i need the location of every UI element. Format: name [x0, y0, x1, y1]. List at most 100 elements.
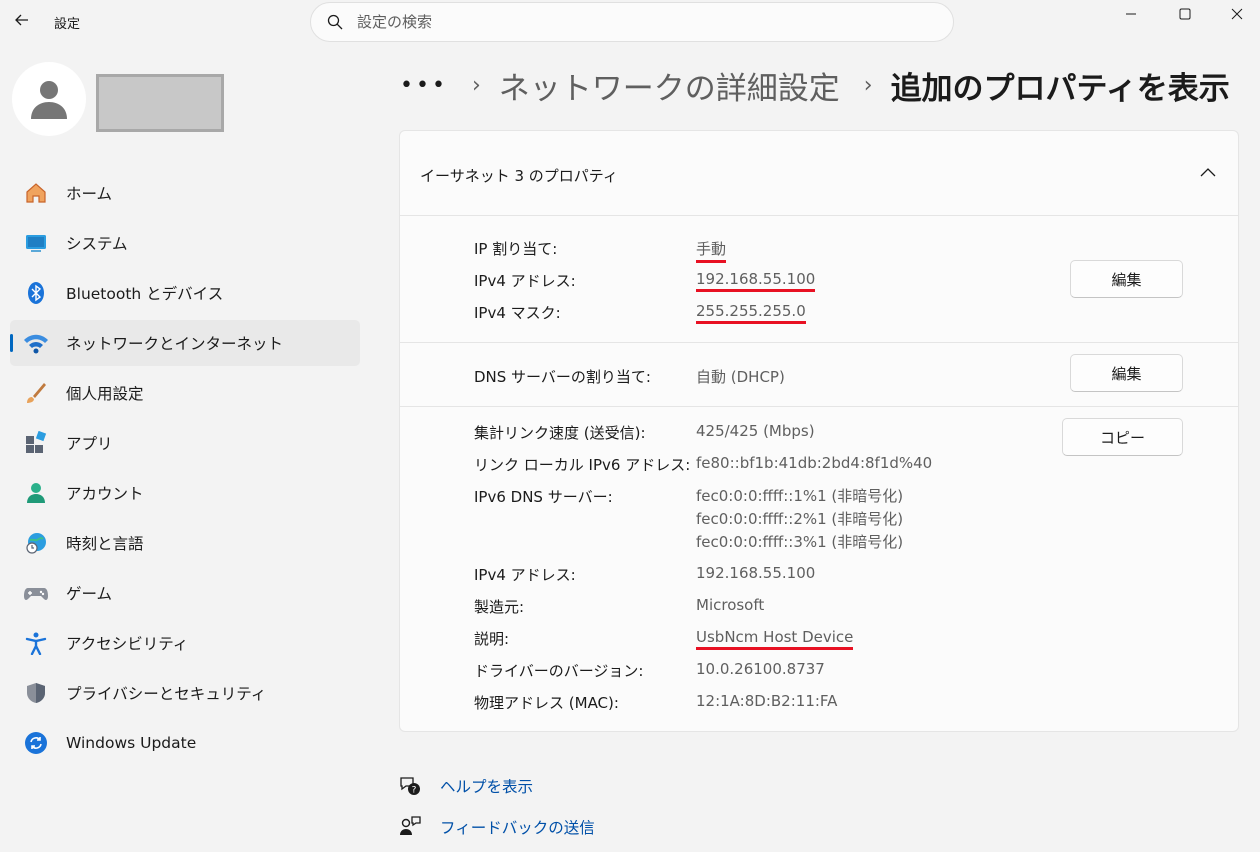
- sidebar-item-privacy-security[interactable]: プライバシーとセキュリティ: [10, 670, 360, 716]
- sidebar-item-windows-update[interactable]: Windows Update: [10, 720, 360, 766]
- sidebar-item-apps[interactable]: アプリ: [10, 420, 360, 466]
- system-icon: [22, 229, 50, 257]
- mac-address-value: 12:1A:8D:B2:11:FA: [696, 692, 838, 710]
- maximize-button[interactable]: [1162, 0, 1208, 28]
- sidebar-item-system[interactable]: システム: [10, 220, 360, 266]
- ip-assignment-label: IP 割り当て:: [474, 240, 558, 258]
- sidebar-item-bluetooth[interactable]: Bluetooth とデバイス: [10, 270, 360, 316]
- accessibility-icon: [22, 629, 50, 657]
- link-speed-value: 425/425 (Mbps): [696, 422, 815, 440]
- minimize-button[interactable]: [1108, 0, 1154, 28]
- update-icon: [22, 729, 50, 757]
- ipv6-dns-value-2: fec0:0:0:ffff::2%1 (非暗号化): [696, 510, 904, 528]
- globe-clock-icon: [22, 529, 50, 557]
- chevron-up-icon[interactable]: [1198, 163, 1218, 183]
- brush-icon: [22, 379, 50, 407]
- driver-version-label: ドライバーのバージョン:: [474, 662, 644, 680]
- link-local-ipv6-value: fe80::bf1b:41db:2bd4:8f1d%40: [696, 454, 933, 472]
- avatar: [12, 62, 86, 136]
- profile-name-redacted: [96, 74, 224, 132]
- ip-assignment-value: 手動: [696, 238, 727, 263]
- minimize-icon: [1126, 13, 1136, 15]
- close-button[interactable]: [1214, 0, 1260, 28]
- mac-address-label: 物理アドレス (MAC):: [474, 694, 619, 712]
- sidebar-item-label: アクセシビリティ: [66, 635, 189, 653]
- ipv4-address-info-value: 192.168.55.100: [696, 564, 816, 582]
- home-icon: [22, 179, 50, 207]
- back-button[interactable]: [8, 6, 36, 34]
- sidebar-item-home[interactable]: ホーム: [10, 170, 360, 216]
- description-value: UsbNcm Host Device: [696, 628, 854, 650]
- title-bar: 設定: [0, 0, 1260, 44]
- link-speed-label: 集計リンク速度 (送受信):: [474, 424, 646, 442]
- feedback-icon: [400, 816, 421, 835]
- close-icon: [1231, 8, 1243, 20]
- chevron-right-icon: ›: [863, 72, 873, 98]
- ipv4-mask-value: 255.255.255.0: [696, 302, 806, 324]
- help-icon: ?: [400, 777, 420, 796]
- chevron-right-icon: ›: [471, 72, 481, 98]
- feedback-link-label: フィードバックの送信: [440, 819, 595, 837]
- sidebar-item-personalization[interactable]: 個人用設定: [10, 370, 360, 416]
- search-input[interactable]: [357, 13, 917, 31]
- dns-assignment-value: 自動 (DHCP): [696, 368, 785, 386]
- sidebar-item-label: ゲーム: [66, 585, 113, 603]
- manufacturer-label: 製造元:: [474, 598, 525, 616]
- sidebar-item-network[interactable]: ネットワークとインターネット: [10, 320, 360, 366]
- page-title: 追加のプロパティを表示: [890, 70, 1230, 107]
- ipv4-mask-label: IPv4 マスク:: [474, 304, 561, 322]
- sidebar-nav: ホーム システム Bluetooth とデバイス ネットワークとインターネット …: [10, 170, 360, 770]
- sidebar-item-label: Windows Update: [66, 734, 197, 752]
- card-header[interactable]: イーサネット 3 のプロパティ: [400, 131, 1238, 216]
- dns-edit-button[interactable]: 編集: [1070, 354, 1183, 392]
- sidebar-item-label: 個人用設定: [66, 385, 144, 403]
- search-icon: [327, 14, 343, 30]
- sidebar-item-time-language[interactable]: 時刻と言語: [10, 520, 360, 566]
- breadcrumb-parent[interactable]: ネットワークの詳細設定: [499, 63, 840, 108]
- svg-text:?: ?: [412, 786, 417, 796]
- sidebar-item-label: Bluetooth とデバイス: [66, 285, 224, 303]
- sidebar-item-label: ホーム: [66, 185, 113, 203]
- description-label: 説明:: [474, 630, 510, 648]
- feedback-link[interactable]: フィードバックの送信: [398, 815, 595, 839]
- back-arrow-icon: [15, 14, 28, 26]
- ipv6-dns-value-3: fec0:0:0:ffff::3%1 (非暗号化): [696, 533, 904, 551]
- sidebar-item-label: ネットワークとインターネット: [66, 335, 284, 353]
- adapter-info-section: コピー 集計リンク速度 (送受信): 425/425 (Mbps) リンク ロー…: [400, 407, 1238, 731]
- user-icon: [31, 81, 67, 119]
- ip-assignment-section: IP 割り当て: 手動 IPv4 アドレス: 192.168.55.100 IP…: [400, 216, 1238, 343]
- sidebar-item-label: アカウント: [66, 485, 144, 503]
- properties-card: イーサネット 3 のプロパティ IP 割り当て: 手動 IPv4 アドレス: 1…: [399, 130, 1239, 732]
- sidebar-item-label: プライバシーとセキュリティ: [66, 685, 267, 703]
- bluetooth-icon: [22, 279, 50, 307]
- gamepad-icon: [22, 579, 50, 607]
- manufacturer-value: Microsoft: [696, 596, 765, 614]
- ipv4-address-value: 192.168.55.100: [696, 270, 816, 292]
- link-local-ipv6-label: リンク ローカル IPv6 アドレス:: [474, 456, 691, 474]
- ipv6-dns-label: IPv6 DNS サーバー:: [474, 488, 613, 506]
- card-title: イーサネット 3 のプロパティ: [420, 167, 618, 185]
- account-icon: [22, 479, 50, 507]
- breadcrumb-overflow[interactable]: •••: [400, 73, 448, 98]
- sidebar-item-accessibility[interactable]: アクセシビリティ: [10, 620, 360, 666]
- sidebar-item-gaming[interactable]: ゲーム: [10, 570, 360, 616]
- copy-button[interactable]: コピー: [1062, 418, 1183, 456]
- dns-assignment-section: DNS サーバーの割り当て: 自動 (DHCP) 編集: [400, 343, 1238, 407]
- sidebar-item-accounts[interactable]: アカウント: [10, 470, 360, 516]
- maximize-icon: [1179, 8, 1191, 20]
- dns-assignment-label: DNS サーバーの割り当て:: [474, 368, 651, 386]
- sidebar-item-label: 時刻と言語: [66, 535, 144, 553]
- driver-version-value: 10.0.26100.8737: [696, 660, 825, 678]
- app-title: 設定: [54, 17, 81, 32]
- apps-icon: [22, 429, 50, 457]
- sidebar-item-label: アプリ: [66, 435, 113, 453]
- ipv6-dns-value-1: fec0:0:0:ffff::1%1 (非暗号化): [696, 487, 904, 505]
- ip-edit-button[interactable]: 編集: [1070, 260, 1183, 298]
- breadcrumb: ••• › ネットワークの詳細設定 › 追加のプロパティを表示: [400, 60, 1230, 110]
- wifi-icon: [22, 329, 50, 357]
- help-link-label: ヘルプを表示: [440, 778, 534, 796]
- search-box[interactable]: [310, 2, 954, 42]
- ipv4-address-label: IPv4 アドレス:: [474, 272, 576, 290]
- help-link[interactable]: ? ヘルプを表示: [398, 774, 533, 798]
- shield-icon: [22, 679, 50, 707]
